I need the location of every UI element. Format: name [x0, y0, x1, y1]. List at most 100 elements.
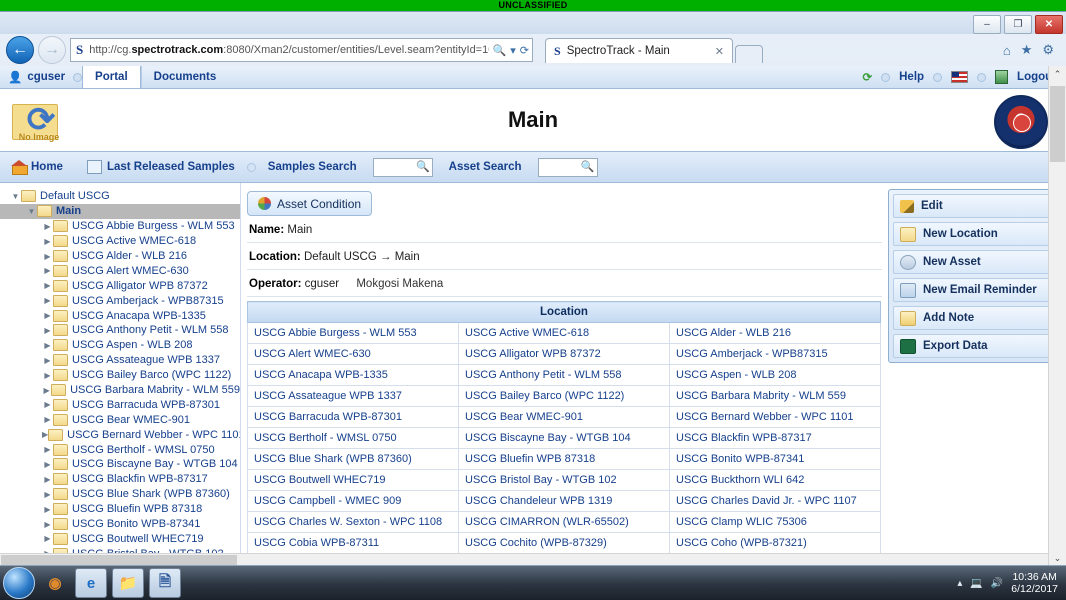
tab-spectrotrack-main[interactable]: S SpectroTrack - Main ✕ — [545, 38, 733, 63]
location-link[interactable]: USCG Barbara Mabrity - WLM 559 — [669, 385, 881, 407]
location-link[interactable]: USCG Charles W. Sexton - WPC 1108 — [247, 511, 459, 533]
tree-item[interactable]: ▶ USCG Barbara Mabrity - WLM 559 — [0, 383, 240, 398]
location-link[interactable]: USCG Chandeleur WPB 1319 — [458, 490, 670, 512]
samples-search-input[interactable]: 🔍 — [372, 157, 433, 177]
action-add-note-button[interactable]: Add Note — [893, 306, 1053, 330]
tree-item[interactable]: ▶ USCG Barracuda WPB-87301 — [0, 397, 240, 412]
location-link[interactable]: USCG Cochito (WPB-87329) — [458, 532, 670, 554]
internet-explorer-icon[interactable]: e — [75, 568, 107, 598]
tree-item[interactable]: ▶ USCG Bonito WPB-87341 — [0, 517, 240, 532]
location-link[interactable]: USCG Blue Shark (WPB 87360) — [247, 448, 459, 470]
media-player-icon[interactable]: ◉ — [40, 569, 70, 597]
vertical-scrollbar[interactable]: ⌃ ⌄ — [1048, 66, 1066, 567]
location-link[interactable]: USCG Clamp WLIC 75306 — [669, 511, 881, 533]
tree-item[interactable]: ▶ USCG Anthony Petit - WLM 558 — [0, 323, 240, 338]
minimize-button[interactable]: – — [973, 15, 1001, 34]
address-bar[interactable]: S http://cg.spectrotrack.com:8080/Xman2/… — [70, 38, 533, 62]
expand-collapse-icon[interactable]: ▶ — [42, 356, 53, 365]
tree-item[interactable]: ▶ USCG Biscayne Bay - WTGB 104 — [0, 457, 240, 472]
location-tree-sidebar[interactable]: ▼ Default USCG ▼ Main ▶ USCG Abbie Burgess … — [0, 183, 241, 567]
expand-collapse-icon[interactable]: ▶ — [42, 326, 53, 335]
start-button[interactable] — [3, 567, 35, 599]
location-link[interactable]: USCG Bristol Bay - WTGB 102 — [458, 469, 670, 491]
tools-gear-icon[interactable]: ⚙ — [1042, 42, 1054, 58]
location-link[interactable]: USCG Abbie Burgess - WLM 553 — [247, 322, 459, 344]
reload-icon[interactable]: ⟳ — [520, 44, 529, 57]
new-tab-button[interactable] — [735, 45, 763, 63]
search-icon[interactable]: 🔍 — [416, 160, 430, 173]
folder-icon[interactable]: 📁 — [112, 568, 144, 598]
us-flag-icon[interactable] — [951, 71, 969, 83]
location-link[interactable]: USCG Assateague WPB 1337 — [247, 385, 459, 407]
location-link[interactable]: USCG Bonito WPB-87341 — [669, 448, 881, 470]
location-link[interactable]: USCG Aspen - WLB 208 — [669, 364, 881, 386]
expand-collapse-icon[interactable]: ▶ — [42, 222, 53, 231]
location-link[interactable]: USCG Bernard Webber - WPC 1101 — [669, 406, 881, 428]
home-icon[interactable]: ⌂ — [1003, 43, 1011, 58]
location-link[interactable]: USCG Cobia WPB-87311 — [247, 532, 459, 554]
tree-item[interactable]: ▶ USCG Aspen - WLB 208 — [0, 338, 240, 353]
expand-collapse-icon[interactable]: ▶ — [42, 475, 53, 484]
location-link[interactable]: USCG Buckthorn WLI 642 — [669, 469, 881, 491]
tree-item[interactable]: ▶ USCG Abbie Burgess - WLM 553 — [0, 219, 240, 234]
address-dropdown-icon[interactable]: ▾ — [510, 44, 516, 57]
expand-collapse-icon[interactable]: ▶ — [42, 534, 53, 543]
expand-collapse-icon[interactable]: ▶ — [42, 490, 53, 499]
expand-collapse-icon[interactable]: ▶ — [42, 460, 53, 469]
back-button[interactable]: ← — [6, 36, 34, 64]
location-link[interactable]: USCG Barracuda WPB-87301 — [247, 406, 459, 428]
network-icon[interactable]: 💻 — [970, 578, 982, 589]
action-edit-button[interactable]: Edit — [893, 194, 1053, 218]
show-hidden-icons[interactable]: ▴ — [957, 578, 962, 589]
search-icon[interactable]: 🔍 — [581, 160, 595, 173]
tree-item[interactable]: ▶ USCG Boutwell WHEC719 — [0, 531, 240, 546]
tree-item[interactable]: ▶ USCG Bailey Barco (WPC 1122) — [0, 368, 240, 383]
location-link[interactable]: USCG Bailey Barco (WPC 1122) — [458, 385, 670, 407]
tree-item[interactable]: ▶ USCG Bear WMEC-901 — [0, 412, 240, 427]
location-link[interactable]: USCG Amberjack - WPB87315 — [669, 343, 881, 365]
location-link[interactable]: USCG Anacapa WPB-1335 — [247, 364, 459, 386]
favorites-icon[interactable]: ★ — [1021, 42, 1033, 58]
scroll-up-arrow[interactable]: ⌃ — [1049, 66, 1066, 83]
location-link[interactable]: USCG Bear WMEC-901 — [458, 406, 670, 428]
vertical-scroll-thumb[interactable] — [1050, 86, 1065, 162]
forward-button[interactable]: → — [38, 36, 66, 64]
expand-collapse-icon[interactable]: ▼ — [10, 192, 21, 201]
tree-item[interactable]: ▶ USCG Active WMEC-618 — [0, 234, 240, 249]
address-search-icon[interactable]: 🔍 — [493, 44, 507, 57]
tree-item[interactable]: ▶ USCG Alert WMEC-630 — [0, 263, 240, 278]
action-new-location-button[interactable]: New Location — [893, 222, 1053, 246]
expand-collapse-icon[interactable]: ▶ — [42, 520, 53, 529]
maximize-button[interactable]: ❐ — [1004, 15, 1032, 34]
clock[interactable]: 10:36 AM 6/12/2017 — [1011, 571, 1058, 595]
location-link[interactable]: USCG Bluefin WPB 87318 — [458, 448, 670, 470]
word-document-icon[interactable]: 🗎 — [149, 568, 181, 598]
expand-collapse-icon[interactable]: ▶ — [42, 505, 53, 514]
current-user[interactable]: 👤 cguser — [0, 70, 73, 84]
toolbar-last-released-samples[interactable]: Last Released Samples — [75, 160, 247, 174]
location-link[interactable]: USCG Alligator WPB 87372 — [458, 343, 670, 365]
tree-item[interactable]: ▶ USCG Bertholf - WMSL 0750 — [0, 442, 240, 457]
tree-item[interactable]: ▶ USCG Blue Shark (WPB 87360) — [0, 487, 240, 502]
refresh-icon[interactable]: ⟳ — [862, 70, 872, 84]
volume-icon[interactable]: 🔊 — [991, 578, 1003, 589]
location-link[interactable]: USCG CIMARRON (WLR-65502) — [458, 511, 670, 533]
tree-item[interactable]: ▶ USCG Assateague WPB 1337 — [0, 353, 240, 368]
location-link[interactable]: USCG Coho (WPB-87321) — [669, 532, 881, 554]
action-new-asset-button[interactable]: New Asset — [893, 250, 1053, 274]
location-link[interactable]: USCG Anthony Petit - WLM 558 — [458, 364, 670, 386]
asset-condition-button[interactable]: Asset Condition — [247, 191, 373, 216]
expand-collapse-icon[interactable]: ▶ — [42, 266, 53, 275]
nav-item-documents[interactable]: Documents — [140, 66, 229, 88]
tab-close-icon[interactable]: ✕ — [715, 45, 724, 58]
expand-collapse-icon[interactable]: ▶ — [42, 371, 53, 380]
action-new-email-reminder-button[interactable]: New Email Reminder — [893, 278, 1053, 302]
expand-collapse-icon[interactable]: ▶ — [42, 445, 53, 454]
expand-collapse-icon[interactable]: ▼ — [26, 207, 37, 216]
expand-collapse-icon[interactable]: ▶ — [42, 341, 53, 350]
tree-item[interactable]: ▼ Main — [0, 203, 240, 219]
location-link[interactable]: USCG Blackfin WPB-87317 — [669, 427, 881, 449]
location-link[interactable]: USCG Campbell - WMEC 909 — [247, 490, 459, 512]
tree-item[interactable]: ▶ USCG Bernard Webber - WPC 1101 — [0, 427, 240, 442]
tree-item[interactable]: ▶ USCG Bluefin WPB 87318 — [0, 502, 240, 517]
